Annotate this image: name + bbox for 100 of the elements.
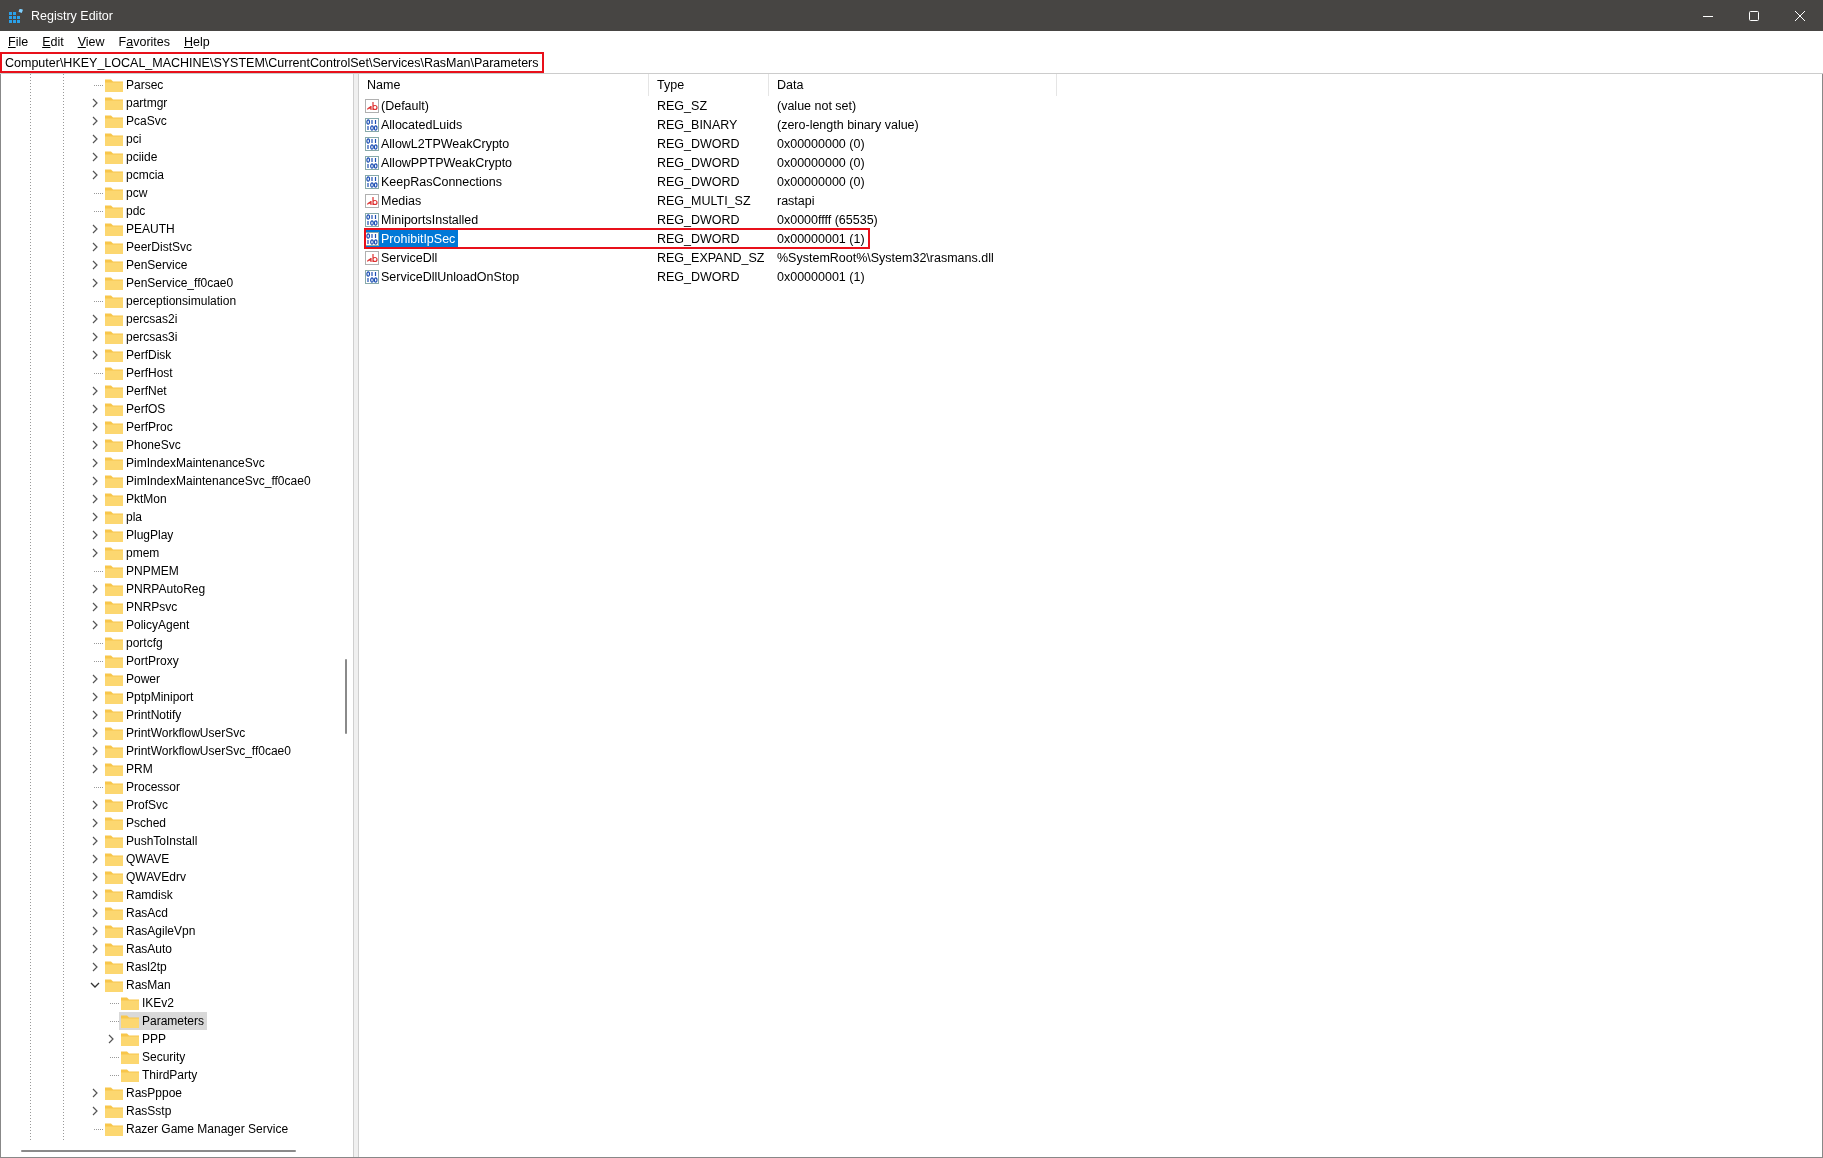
address-field[interactable]: Computer\HKEY_LOCAL_MACHINE\SYSTEM\CurrentControlSet\Services\RasMan\Parameters [0,52,544,73]
tree-item[interactable]: RasAgileVpn [103,922,199,940]
expand-chevron-icon[interactable] [91,908,99,918]
tree-item[interactable]: Razer Game Manager Service [103,1120,292,1138]
expand-chevron-icon[interactable] [91,530,99,540]
tree-item[interactable]: Ramdisk [103,886,176,904]
tree-item[interactable]: PushToInstall [103,832,201,850]
tree-item[interactable]: PolicyAgent [103,616,193,634]
tree-item[interactable]: PerfHost [103,364,176,382]
expand-chevron-icon[interactable] [91,458,99,468]
expand-chevron-icon[interactable] [91,854,99,864]
expand-chevron-icon[interactable] [91,818,99,828]
expand-chevron-icon[interactable] [91,584,99,594]
expand-chevron-icon[interactable] [91,152,99,162]
tree-item[interactable]: PerfNet [103,382,170,400]
value-row[interactable]: AllowPPTPWeakCrypto REG_DWORD 0x00000000 (0) [365,153,869,172]
tree-item[interactable]: RasAcd [103,904,172,922]
expand-chevron-icon[interactable] [91,800,99,810]
tree-item[interactable]: pla [103,508,145,526]
expand-chevron-icon[interactable] [91,494,99,504]
expand-chevron-icon[interactable] [91,728,99,738]
tree-item[interactable]: PrintWorkflowUserSvc_ff0cae0 [103,742,294,760]
tree-item[interactable]: Power [103,670,163,688]
expand-chevron-icon[interactable] [91,242,99,252]
expand-chevron-icon[interactable] [91,224,99,234]
expand-chevron-icon[interactable] [91,872,99,882]
menu-item[interactable]: Help [177,33,217,50]
tree-item[interactable]: PcaSvc [103,112,170,130]
value-row[interactable]: AllocatedLuids REG_BINARY (zero-length binary value) [365,115,923,134]
expand-chevron-icon[interactable] [91,890,99,900]
tree-item[interactable]: PimIndexMaintenanceSvc [103,454,268,472]
expand-chevron-icon[interactable] [91,170,99,180]
tree-item[interactable]: QWAVE [103,850,173,868]
expand-chevron-icon[interactable] [91,134,99,144]
tree-item[interactable]: PlugPlay [103,526,177,544]
tree-item[interactable]: pciide [103,148,161,166]
collapse-chevron-icon[interactable] [90,981,100,989]
tree-item[interactable]: ProfSvc [103,796,171,814]
tree-item[interactable]: portcfg [103,634,166,652]
tree-item[interactable]: Parsec [103,76,167,94]
tree-item[interactable]: percsas3i [103,328,181,346]
tree-item[interactable]: PimIndexMaintenanceSvc_ff0cae0 [103,472,314,490]
tree-item[interactable]: pci [103,130,145,148]
tree-item[interactable]: PenService_ff0cae0 [103,274,237,292]
value-row[interactable]: KeepRasConnections REG_DWORD 0x00000000 (0) [365,172,869,191]
tree-item[interactable]: PNPMEM [103,562,182,580]
tree-item[interactable]: PhoneSvc [103,436,184,454]
expand-chevron-icon[interactable] [107,1034,115,1044]
expand-chevron-icon[interactable] [91,512,99,522]
expand-chevron-icon[interactable] [91,620,99,630]
tree-item[interactable]: PortProxy [103,652,182,670]
scrollbar-thumb[interactable] [21,1150,296,1152]
expand-chevron-icon[interactable] [91,962,99,972]
column-header[interactable]: Type [649,74,769,96]
expand-chevron-icon[interactable] [91,548,99,558]
expand-chevron-icon[interactable] [91,1088,99,1098]
column-header[interactable]: Data [769,74,1057,96]
tree-item[interactable]: RasPppoe [103,1084,186,1102]
tree-item[interactable]: PerfProc [103,418,176,436]
tree-item[interactable]: QWAVEdrv [103,868,189,886]
expand-chevron-icon[interactable] [91,422,99,432]
tree-item[interactable]: pcmcia [103,166,167,184]
tree-item[interactable]: pdc [103,202,149,220]
menu-item[interactable]: Favorites [111,33,177,50]
tree-item[interactable]: ThirdParty [119,1066,201,1084]
tree-item[interactable]: PNRPAutoReg [103,580,209,598]
tree-item[interactable]: Rasl2tp [103,958,170,976]
expand-chevron-icon[interactable] [91,746,99,756]
expand-chevron-icon[interactable] [91,944,99,954]
tree-item[interactable]: PrintNotify [103,706,185,724]
tree-item[interactable]: RasAuto [103,940,176,958]
expand-chevron-icon[interactable] [91,260,99,270]
expand-chevron-icon[interactable] [91,674,99,684]
expand-chevron-icon[interactable] [91,404,99,414]
tree-item[interactable]: Psched [103,814,170,832]
tree-item[interactable]: PptpMiniport [103,688,197,706]
tree-item[interactable]: PenService [103,256,191,274]
tree-item[interactable]: pmem [103,544,163,562]
expand-chevron-icon[interactable] [91,440,99,450]
expand-chevron-icon[interactable] [91,332,99,342]
tree-item[interactable]: PEAUTH [103,220,178,238]
value-row[interactable]: Medias REG_MULTI_SZ rastapi [365,191,819,210]
tree-item[interactable]: Security [119,1048,189,1066]
tree-item[interactable]: perceptionsimulation [103,292,240,310]
expand-chevron-icon[interactable] [91,116,99,126]
tree-item[interactable]: PrintWorkflowUserSvc [103,724,249,742]
expand-chevron-icon[interactable] [91,1106,99,1116]
tree-item[interactable]: IKEv2 [119,994,177,1012]
expand-chevron-icon[interactable] [91,278,99,288]
expand-chevron-icon[interactable] [91,386,99,396]
menu-item[interactable]: View [70,33,112,50]
tree-item[interactable]: PerfOS [103,400,169,418]
scrollbar-thumb[interactable] [345,659,347,734]
tree-item[interactable]: Processor [103,778,184,796]
tree-item[interactable]: PRM [103,760,156,778]
expand-chevron-icon[interactable] [91,350,99,360]
menu-item[interactable]: File [1,33,36,50]
expand-chevron-icon[interactable] [91,98,99,108]
value-row[interactable]: ProhibitIpSec REG_DWORD 0x00000001 (1) [365,229,869,248]
tree-item[interactable]: pcw [103,184,151,202]
